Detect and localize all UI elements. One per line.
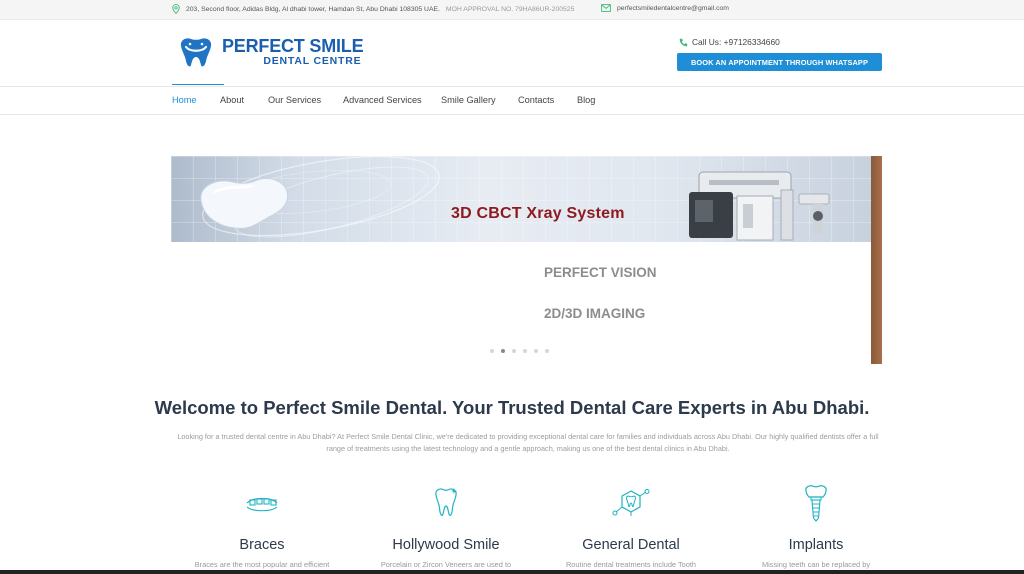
service-name: Implants (788, 537, 844, 553)
site-header: PERFECT SMILE DENTAL CENTRE Call Us: +97… (0, 21, 1024, 85)
nav-item-advanced-services[interactable]: Advanced Services (343, 95, 422, 105)
service-name: Hollywood Smile (392, 537, 500, 553)
nav-item-smile-gallery[interactable]: Smile Gallery (441, 95, 496, 105)
slide-caption-imaging: 2D/3D IMAGING (544, 306, 646, 321)
nav-item-home[interactable]: Home (172, 95, 197, 105)
service-card-general-dental[interactable]: General Dental Routine dental treatments… (538, 484, 724, 569)
braces-icon (246, 497, 278, 512)
welcome-intro: Looking for a trusted dental centre in A… (177, 432, 879, 453)
service-name: General Dental (582, 537, 680, 553)
slider-dot[interactable] (523, 349, 527, 353)
address-text: 203, Second floor, Adidas Bldg, Al dhabi… (186, 5, 440, 13)
main-nav: Home About Our Services Advanced Service… (0, 86, 1024, 115)
service-desc: Braces are the most popular and efficien… (194, 560, 330, 569)
email-info[interactable]: perfectsmiledentalcentre@gmail.com (601, 4, 729, 12)
address-info: 203, Second floor, Adidas Bldg, Al dhabi… (172, 4, 574, 14)
slide-banner: 3D CBCT Xray System (171, 156, 871, 242)
service-card-braces[interactable]: Braces Braces are the most popular and e… (169, 484, 355, 569)
slider-dot[interactable] (490, 349, 494, 353)
call-info[interactable]: Call Us: +97126334660 (679, 37, 780, 47)
sparkle-tooth-icon (435, 488, 457, 516)
tooth-swirl-graphic (200, 156, 440, 238)
moh-approval: MOH APPROVAL NO. 79HA86UR-200525 (445, 5, 575, 13)
slider-dot[interactable] (545, 349, 549, 353)
logo-divider (172, 84, 224, 85)
whatsapp-appointment-button[interactable]: BOOK AN APPOINTMENT THROUGH WHATSAPP (677, 53, 882, 71)
slider-dot-active[interactable] (501, 349, 505, 353)
location-pin-icon (172, 4, 180, 14)
nav-item-contacts[interactable]: Contacts (518, 95, 554, 105)
cbct-machine-graphic (689, 171, 830, 241)
slide-caption-vision: PERFECT VISION (544, 265, 657, 280)
nav-item-about[interactable]: About (220, 95, 244, 105)
nav-item-our-services[interactable]: Our Services (268, 95, 321, 105)
service-name: Braces (239, 537, 285, 553)
slide-edge (871, 156, 882, 364)
slider-dot[interactable] (512, 349, 516, 353)
site-logo[interactable]: PERFECT SMILE DENTAL CENTRE (178, 35, 364, 69)
implant-icon (805, 485, 827, 522)
service-card-hollywood-smile[interactable]: Hollywood Smile Porcelain or Zircon Vene… (353, 484, 539, 569)
envelope-icon (601, 4, 611, 12)
service-desc: Porcelain or Zircon Veneers are used to (380, 560, 512, 569)
slider-dot[interactable] (534, 349, 538, 353)
service-desc: Routine dental treatments include Tooth (565, 560, 697, 569)
phone-icon (679, 38, 688, 46)
slide-title: 3D CBCT Xray System (451, 205, 625, 222)
logo-title: PERFECT SMILE (222, 36, 364, 57)
slider-pagination (490, 349, 549, 353)
tooth-molecule-icon (612, 489, 650, 516)
hero-slider[interactable]: 3D CBCT Xray System PERFECT VISION 2D/3D… (171, 156, 882, 364)
horizontal-scrollbar[interactable] (0, 570, 1024, 574)
logo-subtitle: DENTAL CENTRE (263, 55, 362, 68)
call-number[interactable]: Call Us: +97126334660 (692, 37, 780, 47)
welcome-heading: Welcome to Perfect Smile Dental. Your Tr… (154, 397, 870, 418)
tooth-logo-icon (180, 38, 212, 67)
service-desc: Missing teeth can be replaced by (761, 560, 871, 569)
nav-item-blog[interactable]: Blog (577, 95, 595, 105)
email-link[interactable]: perfectsmiledentalcentre@gmail.com (617, 5, 729, 12)
top-info-bar: 203, Second floor, Adidas Bldg, Al dhabi… (0, 0, 1024, 20)
service-card-implants[interactable]: Implants Missing teeth can be replaced b… (723, 484, 909, 569)
